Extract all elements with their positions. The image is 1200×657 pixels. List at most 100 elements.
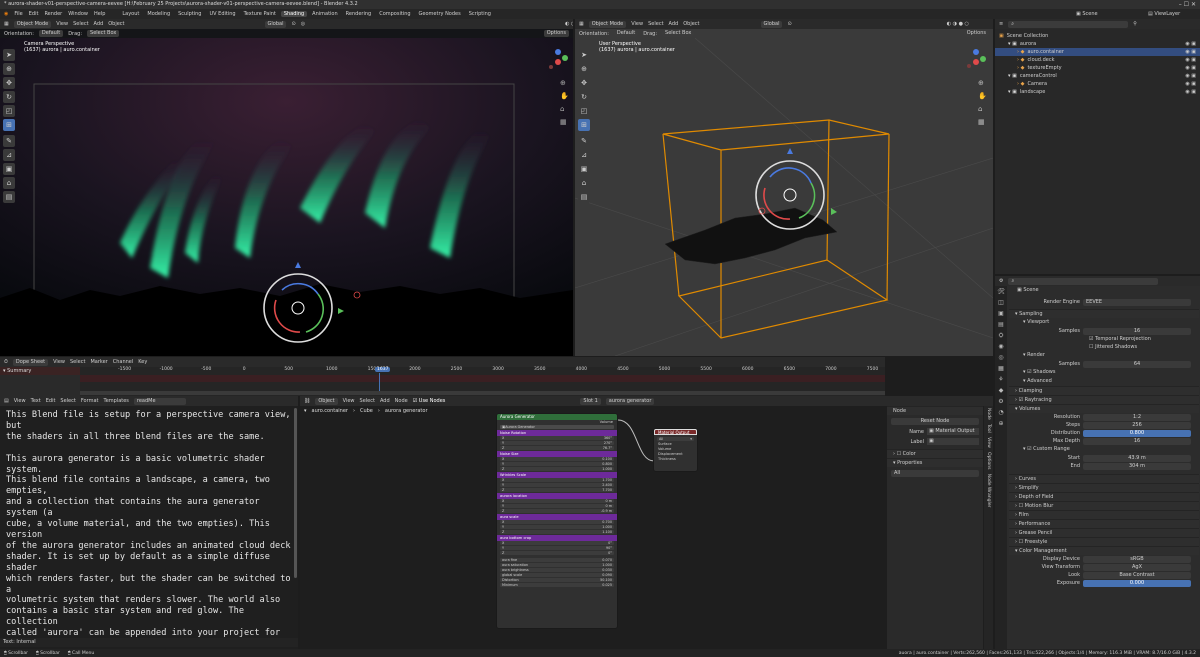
transform-tool-icon[interactable]: ⊞ (3, 119, 15, 131)
snap-icon[interactable]: ⊙ (291, 21, 295, 27)
timeline-scrollbar[interactable] (80, 391, 885, 395)
shading-buttons[interactable]: ◐ ◑ ● ○ (565, 21, 573, 27)
viewport-nav-buttons[interactable]: ⊕ ✋ ⌂ ▦ (560, 77, 570, 129)
menu-select[interactable]: Select (70, 359, 85, 365)
menu-add[interactable]: Add (380, 398, 390, 404)
menu-view[interactable]: View (14, 398, 26, 404)
text-content[interactable]: This Blend file is setup for a perspecti… (0, 406, 298, 638)
output-target[interactable]: All ▾ (657, 437, 694, 441)
outliner-item[interactable]: ▣ Scene Collection (995, 32, 1200, 40)
menu-view[interactable]: View (343, 398, 355, 404)
group-input-field[interactable]: Z -0.9 m (500, 509, 614, 513)
visibility-icon[interactable]: ◉ ▣ (1185, 72, 1196, 80)
socket-thickness[interactable]: Thickness (654, 457, 697, 462)
group-input-field[interactable]: Z 1.000 (500, 467, 614, 471)
viewport-user[interactable]: ▦ Object Mode View Select Add Object Glo… (575, 19, 993, 356)
material-slot[interactable]: Slot 1 (580, 397, 601, 405)
sidebar-tab-node-wrangler[interactable]: Node Wrangler (986, 474, 991, 508)
field-value[interactable]: 43.9 m (1083, 454, 1191, 462)
group-input-field[interactable]: Y 0 m (500, 504, 614, 508)
text-scrollbar[interactable] (294, 408, 297, 578)
editor-type-icon[interactable]: ⛓ (304, 398, 310, 404)
menu-select[interactable]: Select (648, 21, 663, 27)
checkbox-jittered-shadows[interactable]: ☐ Jittered Shadows (1009, 343, 1199, 351)
sidebar-tab-tool[interactable]: Tool (986, 424, 991, 433)
tab-rendering[interactable]: Rendering (343, 11, 375, 17)
properties-target-dropdown[interactable]: All (891, 470, 979, 477)
editor-type-icon[interactable]: ≡ (999, 21, 1003, 27)
camera-tool-icon[interactable]: ⌂ (578, 177, 590, 189)
subpanel-shadows[interactable]: ▾ ☑ Shadows (1009, 368, 1199, 377)
editor-type-icon[interactable]: ▤ (4, 398, 9, 404)
move-tool-icon[interactable]: ✥ (578, 77, 590, 89)
transform-tool-icon[interactable]: ⊞ (578, 119, 590, 131)
menu-select[interactable]: Select (60, 398, 75, 404)
field-value[interactable]: 64 (1083, 360, 1191, 368)
group-input-field[interactable]: X 0.100 (500, 457, 614, 461)
tab-animation[interactable]: Animation (309, 11, 341, 17)
orientation-dropdown[interactable]: Default (38, 30, 64, 37)
shading-buttons[interactable]: ◐ ◑ ● ○ (947, 21, 969, 27)
shader-type-dropdown[interactable]: Object (315, 397, 338, 405)
scene-selector[interactable]: ▣ Scene (1076, 9, 1098, 19)
viewport-nav-buttons[interactable]: ⊕ ✋ ⌂ ▦ (978, 77, 988, 129)
menu-edit[interactable]: Edit (46, 398, 56, 404)
properties-panel[interactable]: ▾ Properties (887, 458, 983, 467)
subpanel-custom-range[interactable]: ▾ ☑ Custom Range (1009, 445, 1199, 454)
menu-select[interactable]: Select (73, 21, 88, 27)
panel-simplify[interactable]: › Simplify (1009, 483, 1199, 492)
group-input-field[interactable]: Y 1.000 (500, 525, 614, 529)
snap-icon[interactable]: ⊙ (787, 21, 791, 27)
text-datablock[interactable]: readMe (133, 397, 186, 405)
tab-uv-editing[interactable]: UV Editing (206, 11, 238, 17)
group-input-field[interactable]: Z 1.100 (500, 530, 614, 534)
group-input-field[interactable]: X 0° (500, 541, 614, 545)
field-value[interactable]: 16 (1083, 327, 1191, 335)
menu-format[interactable]: Format (81, 398, 99, 404)
render-tool-icon[interactable]: ▤ (3, 191, 15, 203)
field-value[interactable]: 1:2 (1083, 413, 1191, 421)
tweak-tool-icon[interactable]: ➤ (3, 49, 15, 61)
tab-modeling[interactable]: Modeling (144, 11, 173, 17)
sidebar-tab-node[interactable]: Node (986, 408, 991, 420)
outliner-item[interactable]: › ◆ textureEmpty ◉ ▣ (995, 64, 1200, 72)
menu-node[interactable]: Node (395, 398, 408, 404)
filter-icon[interactable]: ⚲ (1133, 21, 1137, 27)
tweak-tool-icon[interactable]: ➤ (578, 49, 590, 61)
editor-type-icon[interactable]: ⏱ (4, 359, 8, 365)
menu-file[interactable]: File (14, 11, 22, 17)
dopesheet-timeline[interactable]: -1500 -1000 -500 0 500 1000 1500 2000 2500 3000 35… (80, 367, 885, 396)
panel-depth-of-field[interactable]: › Depth of Field (1009, 492, 1199, 501)
group-input-field[interactable]: Z 0° (500, 551, 614, 555)
outliner-item[interactable]: › ◆ cloud.deck ◉ ▣ (995, 56, 1200, 64)
sidebar-tab-options[interactable]: Options (986, 452, 991, 469)
group-input-field[interactable]: Minimum 0.025 (500, 583, 614, 587)
field-value[interactable]: Base Contrast (1083, 571, 1191, 579)
shader-node-editor[interactable]: ⛓ Object View Select Add Node ☑ Use Node… (300, 396, 993, 649)
aurora-generator-node[interactable]: Aurora Generator Volume ▣ Aurora Generat… (496, 413, 618, 629)
outliner-search[interactable]: ⌕ (1008, 20, 1129, 28)
menu-channel[interactable]: Channel (113, 359, 134, 365)
menu-add[interactable]: Add (669, 21, 679, 27)
menu-view[interactable]: View (56, 21, 68, 27)
group-input-field[interactable]: Z 76.7° (500, 446, 614, 450)
mode-dropdown[interactable]: Object Mode (13, 20, 52, 28)
mode-dropdown[interactable]: Object Mode (588, 20, 627, 28)
panel-sampling[interactable]: ▾ Sampling (1009, 309, 1199, 318)
material-output-node[interactable]: Material Output All ▾ Surface Volume Disp… (653, 428, 698, 472)
visibility-icon[interactable]: ◉ ▣ (1185, 88, 1196, 96)
group-input-field[interactable]: Y 2.400 (500, 483, 614, 487)
node-panel-title[interactable]: Node (887, 406, 983, 415)
field-value[interactable]: AgX (1083, 563, 1191, 571)
group-input-field[interactable]: Y 0.800 (500, 462, 614, 466)
navigation-gizmo[interactable] (545, 49, 571, 75)
properties-tab-icons[interactable]: 🛠 ◫ ▣ ▤ ⛭ ◉ ◎ ▦ ⚘ ◆ ⚙ ◔ ⊕ (995, 286, 1007, 429)
group-input-field[interactable]: aura brightness 0.030 (500, 568, 614, 572)
move-tool-icon[interactable]: ✥ (3, 77, 15, 89)
tab-shading[interactable]: Shading (280, 11, 308, 17)
tab-geometry-nodes[interactable]: Geometry Nodes (416, 11, 464, 17)
tab-layout[interactable]: Layout (119, 11, 142, 17)
visibility-icon[interactable]: ◉ ▣ (1185, 80, 1196, 88)
menu-window[interactable]: Window (68, 11, 88, 17)
panel-performance[interactable]: › Performance (1009, 519, 1199, 528)
